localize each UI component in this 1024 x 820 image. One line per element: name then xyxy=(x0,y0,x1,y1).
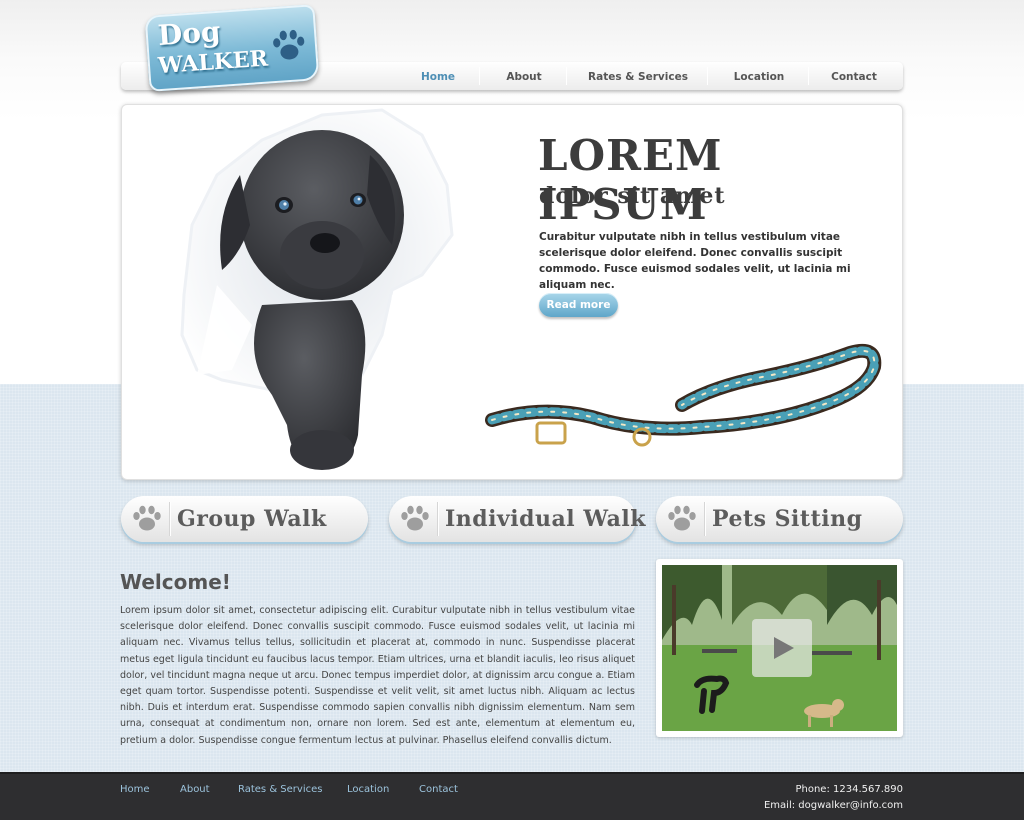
service-divider xyxy=(169,502,171,536)
nav-rates-services[interactable]: Rates & Services xyxy=(568,62,708,90)
nav-about[interactable]: About xyxy=(481,62,567,90)
footer-link-home[interactable]: Home xyxy=(120,784,150,795)
hero-description: Curabitur vulputate nibh in tellus vesti… xyxy=(539,231,851,291)
nav-home[interactable]: Home xyxy=(404,62,472,90)
video-thumbnail xyxy=(662,565,897,731)
paw-icon xyxy=(668,505,696,531)
hero-banner: LOREM IPSUM dolor sit amet Curabitur vul… xyxy=(121,104,903,480)
nav-contact[interactable]: Contact xyxy=(810,62,898,90)
service-divider xyxy=(437,502,439,536)
footer: Home About Rates & Services Location Con… xyxy=(0,772,1024,820)
footer-link-contact[interactable]: Contact xyxy=(419,784,458,795)
hero-subtitle: dolor sit amet xyxy=(539,183,726,209)
read-more-button[interactable]: Read more xyxy=(539,293,618,317)
nav-divider xyxy=(479,67,480,85)
hero-title: LOREM IPSUM xyxy=(538,131,723,229)
paw-icon xyxy=(133,505,161,531)
footer-link-location[interactable]: Location xyxy=(347,784,389,795)
pets-sitting-button[interactable]: Pets Sitting xyxy=(656,496,903,542)
nav-divider xyxy=(808,67,809,85)
nav-location[interactable]: Location xyxy=(709,62,809,90)
nav-divider xyxy=(566,67,567,85)
service-label: Group Walk xyxy=(177,506,327,532)
welcome-body: Lorem ipsum dolor sit amet, consectetur … xyxy=(120,605,635,746)
logo[interactable]: Dog WALKER xyxy=(144,4,320,92)
group-walk-button[interactable]: Group Walk xyxy=(121,496,368,542)
service-divider xyxy=(704,502,706,536)
footer-email[interactable]: Email: dogwalker@info.com xyxy=(764,800,903,811)
welcome-heading: Welcome! xyxy=(120,570,231,594)
logo-text-dog: Dog xyxy=(156,14,222,53)
play-button[interactable] xyxy=(752,619,812,677)
individual-walk-button[interactable]: Individual Walk xyxy=(389,496,645,542)
nav-divider xyxy=(707,67,708,85)
footer-phone: Phone: 1234.567.890 xyxy=(795,784,903,795)
service-label: Pets Sitting xyxy=(712,506,863,532)
footer-link-about[interactable]: About xyxy=(180,784,210,795)
play-icon xyxy=(774,637,794,659)
paw-icon xyxy=(401,505,429,531)
footer-link-rates-services[interactable]: Rates & Services xyxy=(238,784,322,795)
paw-icon xyxy=(273,29,305,60)
video-player[interactable] xyxy=(656,559,903,737)
service-label: Individual Walk xyxy=(445,506,646,532)
